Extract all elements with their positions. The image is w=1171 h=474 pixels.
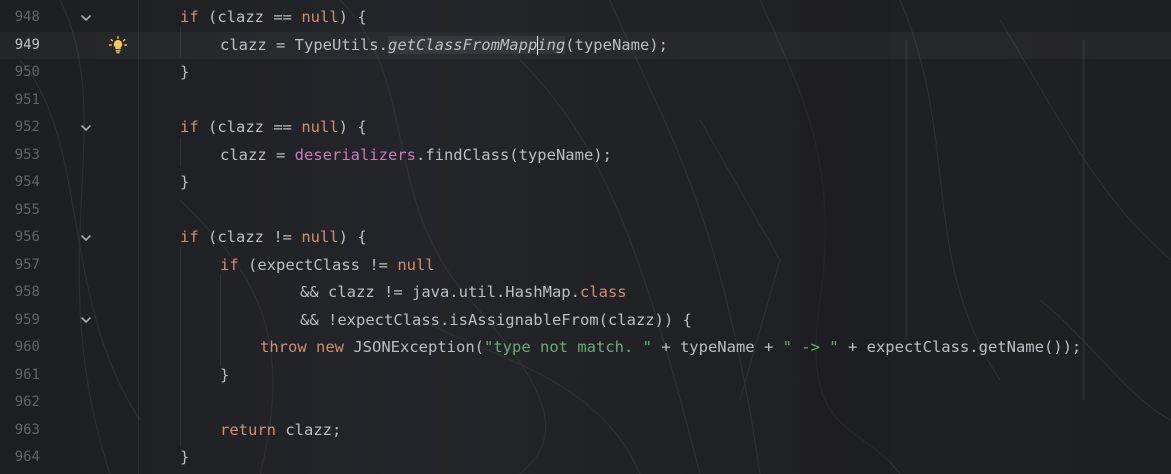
code-line[interactable]: 956 if (clazz != null) { <box>0 224 1171 252</box>
code-token: && !expectClass.isAssignableFrom(clazz))… <box>300 310 692 329</box>
code-token: if <box>180 118 199 136</box>
code-text[interactable]: if (clazz == null) { <box>180 114 367 142</box>
code-text[interactable]: } <box>220 362 229 390</box>
line-number: 956 <box>14 229 40 245</box>
code-token: if <box>180 8 199 26</box>
code-token: return <box>220 420 276 439</box>
code-token: null <box>301 228 339 246</box>
code-token: "type not match. " <box>484 338 652 356</box>
line-number: 960 <box>14 339 40 355</box>
code-token: null <box>397 255 435 274</box>
code-line[interactable]: 961} <box>0 362 1171 390</box>
code-token: " -> " <box>782 338 839 356</box>
line-number: 957 <box>14 256 40 273</box>
code-text[interactable]: return clazz; <box>220 417 341 445</box>
code-token: (clazz == <box>198 8 302 26</box>
code-line[interactable]: 954} <box>0 169 1171 197</box>
code-text[interactable]: } <box>180 59 189 87</box>
code-text[interactable]: if (expectClass != null <box>220 252 435 280</box>
line-number: 963 <box>14 421 40 438</box>
code-text[interactable]: } <box>180 444 189 472</box>
chevron-down-icon[interactable] <box>78 224 94 251</box>
code-token: clazz; <box>276 420 342 439</box>
code-token: getClassFromMapp <box>387 35 538 54</box>
code-line[interactable]: 964} <box>0 444 1171 472</box>
line-number: 948 <box>14 9 40 25</box>
code-token: } <box>180 448 190 466</box>
line-number: 951 <box>14 91 40 108</box>
code-token: ) { <box>338 8 367 26</box>
code-token: + expectClass.getName()); <box>838 338 1082 356</box>
code-line[interactable]: 948 if (clazz == null) { <box>0 4 1171 32</box>
chevron-down-icon[interactable] <box>78 307 94 334</box>
code-line[interactable]: 958 && clazz != java.util.HashMap.class <box>0 279 1171 307</box>
code-token: (expectClass != <box>238 255 398 274</box>
code-token: } <box>180 63 190 81</box>
code-line[interactable]: 960 throw new JSONException("type not mat… <box>0 334 1171 362</box>
code-token: .findClass(typeName); <box>415 145 612 164</box>
code-text[interactable]: if (clazz != null) { <box>180 224 367 252</box>
code-line[interactable]: 952 if (clazz == null) { <box>0 114 1171 142</box>
code-line[interactable]: 953 clazz = deserializers.findClass(typeN… <box>0 142 1171 170</box>
code-text[interactable]: throw new JSONException("type not match.… <box>260 334 1081 362</box>
line-number: 958 <box>14 284 40 300</box>
code-line[interactable]: 950} <box>0 59 1171 87</box>
code-token: (clazz != <box>198 228 302 246</box>
code-token: throw <box>260 338 307 356</box>
code-line[interactable]: 957 if (expectClass != null <box>0 252 1171 280</box>
code-line[interactable]: 959 && !expectClass.isAssignableFrom(claz… <box>0 307 1171 335</box>
code-token: (typeName); <box>565 35 668 54</box>
code-token: ) { <box>338 228 367 246</box>
code-text[interactable]: && clazz != java.util.HashMap.class <box>300 279 627 307</box>
code-token: if <box>180 228 199 246</box>
code-line[interactable]: 955 <box>0 197 1171 225</box>
code-text[interactable]: clazz = TypeUtils.getClassFromMapping(ty… <box>220 32 668 60</box>
line-number: 954 <box>14 174 40 190</box>
code-token: ) { <box>338 118 367 136</box>
code-token: && clazz != java.util.HashMap. <box>300 283 580 301</box>
chevron-down-icon[interactable] <box>78 4 94 31</box>
line-number: 952 <box>14 119 40 135</box>
code-text[interactable]: clazz = deserializers.findClass(typeName… <box>220 142 612 170</box>
line-number: 962 <box>14 394 40 410</box>
code-line[interactable]: 963 return clazz; <box>0 417 1171 445</box>
code-token: ing <box>537 35 566 54</box>
chevron-down-icon[interactable] <box>78 114 94 141</box>
code-line[interactable]: 949 clazz = TypeUtils.getClassFromMapping… <box>0 32 1171 60</box>
line-number: 955 <box>14 201 40 218</box>
code-text[interactable]: } <box>180 169 189 197</box>
code-token: clazz = TypeUtils. <box>220 35 388 54</box>
code-token: if <box>220 255 239 274</box>
line-number: 959 <box>14 311 40 328</box>
code-token: clazz = <box>220 145 295 164</box>
code-token: + typeName + <box>651 338 783 356</box>
code-token: } <box>220 365 230 384</box>
code-text[interactable]: if (clazz == null) { <box>180 4 367 32</box>
code-editor[interactable]: 948 if (clazz == null) {949 clazz = TypeUt… <box>0 0 1171 474</box>
code-token: class <box>579 283 627 301</box>
code-token: deserializers <box>294 145 416 164</box>
lightbulb-icon[interactable] <box>108 32 128 59</box>
code-token: null <box>301 118 339 136</box>
code-token: JSONException( <box>344 338 484 356</box>
code-token: new <box>316 338 345 356</box>
code-token: } <box>180 173 190 191</box>
line-number: 964 <box>14 449 40 465</box>
code-token: null <box>301 8 339 26</box>
line-number: 949 <box>14 36 40 53</box>
code-text[interactable]: && !expectClass.isAssignableFrom(clazz))… <box>300 307 692 335</box>
code-line[interactable]: 962 <box>0 389 1171 417</box>
line-number: 950 <box>14 64 40 80</box>
line-number: 961 <box>14 366 40 383</box>
line-number: 953 <box>14 146 40 163</box>
code-token: (clazz == <box>198 118 302 136</box>
code-line[interactable]: 951 <box>0 87 1171 115</box>
